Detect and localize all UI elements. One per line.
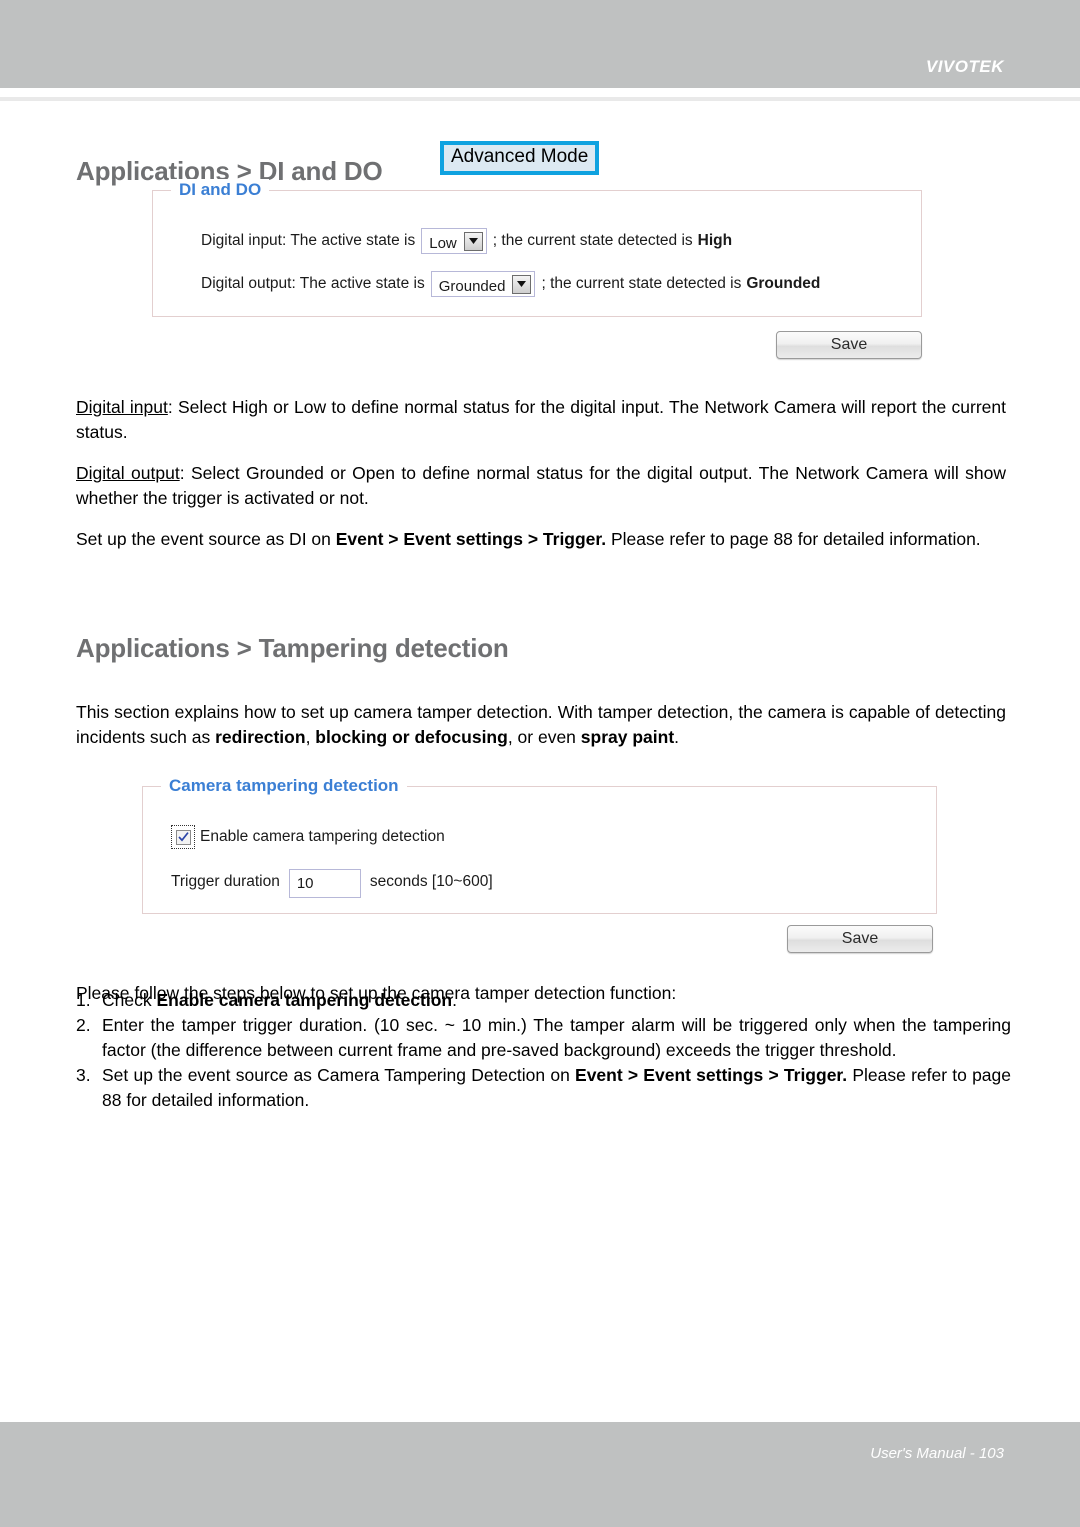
step-number: 1. xyxy=(76,990,91,1010)
tampering-steps-list: 1. Check Enable camera tampering detectio… xyxy=(76,988,1011,1113)
chevron-down-icon[interactable] xyxy=(463,231,483,251)
paragraph-tampering-intro: This section explains how to set up came… xyxy=(76,700,1006,750)
step-text-bold: Enable camera tampering detection xyxy=(156,990,453,1010)
enable-tampering-detection-row[interactable]: Enable camera tampering detection xyxy=(171,825,445,849)
di-and-do-panel: DI and DO Digital input: The active stat… xyxy=(152,179,922,317)
digital-output-state-select[interactable]: Grounded xyxy=(430,271,536,297)
step-text-pre: Enter the tamper trigger duration. (10 s… xyxy=(102,1015,1011,1060)
digital-output-description: : Select Grounded or Open to define norm… xyxy=(76,462,1006,508)
digital-output-current-state: Grounded xyxy=(746,275,821,292)
digital-output-term: Digital output xyxy=(76,462,180,483)
step-text-post: . xyxy=(452,990,457,1010)
tamper-intro-mid-2: , or even xyxy=(507,726,581,747)
tamper-intro-post: . xyxy=(674,726,680,747)
enable-tampering-checkbox[interactable] xyxy=(171,825,195,849)
check-icon xyxy=(177,832,189,842)
step-text-pre: Check xyxy=(102,990,157,1010)
list-item: 1. Check Enable camera tampering detectio… xyxy=(76,988,1011,1013)
digital-output-state-value: Grounded xyxy=(438,277,506,295)
save-button-di-and-do[interactable]: Save xyxy=(776,331,922,359)
tamper-keyword-spray-paint: spray paint xyxy=(580,726,675,747)
trigger-duration-units-label: seconds [10~600] xyxy=(369,872,493,890)
header-divider-rule xyxy=(0,97,1080,101)
footer-page-label: User's Manual - 103 xyxy=(870,1445,1004,1462)
digital-input-suffix-label: ; the current state detected is xyxy=(492,232,693,249)
chevron-down-icon[interactable] xyxy=(512,274,532,294)
digital-input-state-value: Low xyxy=(429,234,457,252)
trigger-duration-input[interactable]: 10 xyxy=(288,869,361,898)
save-button-tampering[interactable]: Save xyxy=(787,925,933,953)
advanced-mode-badge[interactable]: Advanced Mode xyxy=(440,141,600,175)
digital-output-suffix-label: ; the current state detected is xyxy=(541,275,742,292)
digital-input-current-state: High xyxy=(697,232,733,249)
digital-output-row: Digital output: The active state is Grou… xyxy=(201,271,820,297)
list-item: 2. Enter the tamper trigger duration. (10… xyxy=(76,1013,1011,1063)
event-source-post-text: Please refer to page 88 for detailed inf… xyxy=(606,528,981,549)
di-and-do-panel-legend: DI and DO xyxy=(171,179,270,201)
paragraph-digital-input: Digital input: Select High or Low to def… xyxy=(76,395,1006,445)
digital-input-prefix-label: Digital input: The active state is xyxy=(201,232,416,249)
trigger-duration-label: Trigger duration xyxy=(171,872,280,890)
paragraph-digital-output: Digital output: Select Grounded or Open … xyxy=(76,461,1006,511)
trigger-duration-row: Trigger duration 10 seconds [10~600] xyxy=(171,867,493,898)
enable-tampering-detection-label: Enable camera tampering detection xyxy=(200,828,445,845)
digital-input-state-select[interactable]: Low xyxy=(421,228,487,254)
step-number: 2. xyxy=(76,1015,91,1035)
event-source-pre-text: Set up the event source as DI on xyxy=(76,528,336,549)
paragraph-event-source: Set up the event source as DI on Event >… xyxy=(76,527,1006,552)
list-item: 3. Set up the event source as Camera Tamp… xyxy=(76,1063,1011,1113)
page-footer-bar xyxy=(0,1422,1080,1527)
tamper-intro-mid-1: , xyxy=(305,726,316,747)
event-source-breadcrumb: Event > Event settings > Trigger. xyxy=(335,528,607,549)
tamper-keyword-blocking-defocusing: blocking or defocusing xyxy=(315,726,508,747)
tamper-keyword-redirection: redirection xyxy=(215,726,306,747)
page-title-tampering-detection: Applications > Tampering detection xyxy=(76,633,509,664)
step-number: 3. xyxy=(76,1065,91,1085)
vivotek-logo: VIVOTEK xyxy=(925,57,1004,76)
checkbox-box xyxy=(175,829,191,845)
digital-output-prefix-label: Digital output: The active state is xyxy=(201,275,425,292)
digital-input-description: : Select High or Low to define normal st… xyxy=(76,396,1006,442)
page-header-bar xyxy=(0,0,1080,88)
camera-tampering-detection-panel: Camera tampering detection Enable camera… xyxy=(142,775,937,914)
camera-tampering-detection-panel-legend: Camera tampering detection xyxy=(161,775,407,797)
digital-input-row: Digital input: The active state is Low ;… xyxy=(201,228,732,254)
step-text-bold: Event > Event settings > Trigger. xyxy=(575,1065,848,1085)
step-text-pre: Set up the event source as Camera Tamper… xyxy=(102,1065,576,1085)
digital-input-term: Digital input xyxy=(76,396,168,417)
